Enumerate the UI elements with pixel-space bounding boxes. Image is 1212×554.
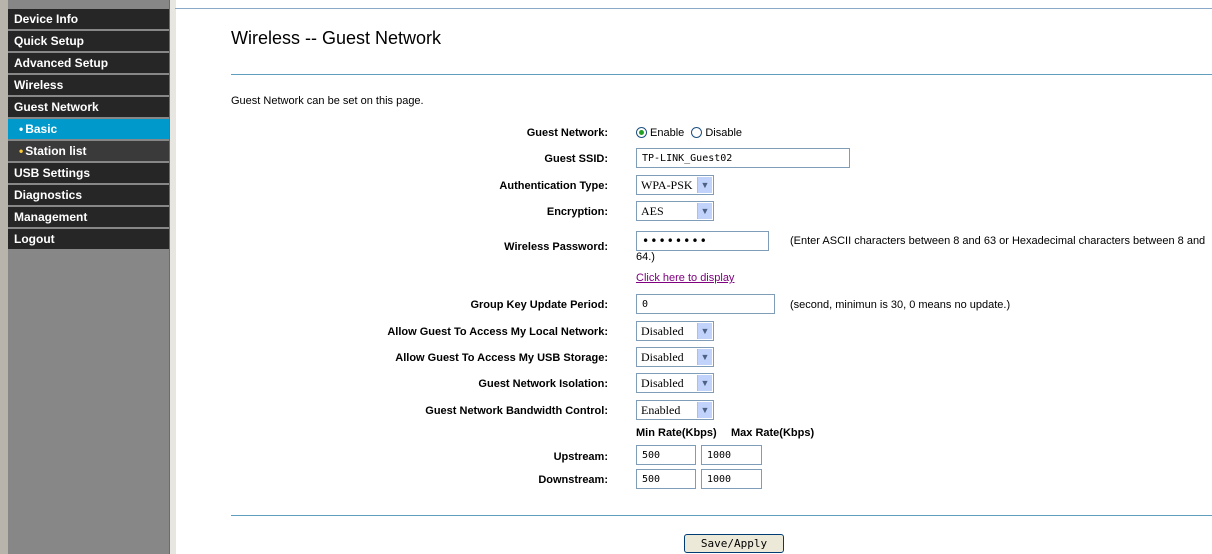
nav-item-diagnostics[interactable]: Diagnostics: [8, 185, 169, 205]
guest-ssid-input[interactable]: [636, 148, 850, 168]
title-divider: [231, 74, 1212, 75]
nav-item-label: Logout: [14, 232, 55, 246]
enable-radio-label: Enable: [650, 127, 685, 139]
chevron-down-icon: ▼: [697, 349, 712, 365]
nav-item-device-info[interactable]: Device Info: [8, 9, 169, 29]
nav-item-advanced-setup[interactable]: Advanced Setup: [8, 53, 169, 73]
bandwidth-select[interactable]: Enabled ▼: [636, 400, 714, 420]
nav-item-label: Station list: [25, 144, 87, 158]
disable-radio[interactable]: Disable: [691, 127, 742, 139]
group-key-hint: (second, minimun is 30, 0 means no updat…: [790, 299, 1011, 311]
nav-item-label: Guest Network: [14, 100, 99, 114]
main-content: Wireless -- Guest Network Guest Network …: [175, 0, 1212, 554]
bullet-icon: •: [19, 122, 24, 136]
downstream-label: Downstream:: [538, 474, 608, 486]
encryption-label: Encryption:: [546, 206, 608, 218]
radio-unselected-icon: [691, 127, 703, 138]
show-password-link[interactable]: Click here to display: [636, 272, 734, 284]
downstream-min-input[interactable]: [636, 469, 696, 489]
bottom-divider: [231, 515, 1212, 516]
bandwidth-value: Enabled: [641, 403, 681, 417]
encryption-select[interactable]: AES ▼: [636, 201, 714, 221]
nav-item-label: Wireless: [14, 78, 64, 92]
chevron-down-icon: ▼: [697, 203, 712, 219]
nav-item-usb-settings[interactable]: USB Settings: [8, 163, 169, 183]
upstream-max-input[interactable]: [701, 445, 762, 465]
usb-access-select[interactable]: Disabled ▼: [636, 347, 714, 367]
isolation-value: Disabled: [641, 376, 684, 390]
isolation-select[interactable]: Disabled ▼: [636, 373, 714, 393]
top-border: [175, 8, 1212, 9]
group-key-input[interactable]: [636, 294, 775, 314]
auth-type-select[interactable]: WPA-PSK ▼: [636, 175, 714, 195]
nav-item-quick-setup[interactable]: Quick Setup: [8, 31, 169, 51]
sidebar: Device Info Quick Setup Advanced Setup W…: [0, 0, 176, 554]
radio-selected-icon: [636, 127, 647, 138]
nav-item-label: Management: [14, 210, 88, 224]
guest-network-label: Guest Network:: [526, 127, 608, 139]
nav-item-label: Diagnostics: [14, 188, 83, 202]
local-access-label: Allow Guest To Access My Local Network:: [387, 326, 608, 338]
nav-item-label: Device Info: [14, 12, 79, 26]
nav-menu: Device Info Quick Setup Advanced Setup W…: [8, 9, 169, 251]
disable-radio-label: Disable: [705, 127, 743, 139]
page-description: Guest Network can be set on this page.: [231, 95, 424, 107]
nav-item-label: USB Settings: [14, 166, 91, 180]
nav-item-wireless[interactable]: Wireless: [8, 75, 169, 95]
auth-type-value: WPA-PSK: [641, 178, 693, 192]
password-hint: (Enter ASCII characters between 8 and 63…: [790, 235, 1206, 247]
chevron-down-icon: ▼: [697, 375, 712, 391]
local-access-select[interactable]: Disabled ▼: [636, 321, 714, 341]
chevron-down-icon: ▼: [697, 177, 712, 193]
local-access-value: Disabled: [641, 324, 684, 338]
nav-item-label: Quick Setup: [14, 34, 85, 48]
downstream-max-input[interactable]: [701, 469, 762, 489]
bullet-icon: •: [19, 144, 24, 158]
sidebar-rail: [0, 0, 8, 554]
usb-access-value: Disabled: [641, 350, 684, 364]
nav-item-logout[interactable]: Logout: [8, 229, 169, 249]
chevron-down-icon: ▼: [697, 402, 712, 418]
password-hint-cont: 64.): [636, 251, 655, 263]
nav-subitem-station-list[interactable]: • Station list: [8, 141, 169, 161]
nav-item-label: Advanced Setup: [14, 56, 109, 70]
min-rate-header: Min Rate(Kbps): [636, 427, 717, 439]
group-key-label: Group Key Update Period:: [470, 299, 608, 311]
wireless-password-label: Wireless Password:: [504, 241, 608, 253]
max-rate-header: Max Rate(Kbps): [731, 427, 815, 439]
wireless-password-input[interactable]: [636, 231, 769, 251]
nav-item-management[interactable]: Management: [8, 207, 169, 227]
upstream-label: Upstream:: [553, 451, 608, 463]
upstream-min-input[interactable]: [636, 445, 696, 465]
page-title: Wireless -- Guest Network: [231, 28, 442, 48]
encryption-value: AES: [641, 204, 664, 218]
save-apply-button[interactable]: Save/Apply: [684, 534, 784, 553]
guest-ssid-label: Guest SSID:: [544, 153, 608, 165]
nav-item-label: Basic: [25, 122, 58, 136]
isolation-label: Guest Network Isolation:: [478, 378, 608, 390]
auth-type-label: Authentication Type:: [499, 180, 608, 192]
chevron-down-icon: ▼: [697, 323, 712, 339]
nav-item-guest-network[interactable]: Guest Network: [8, 97, 169, 117]
bandwidth-label: Guest Network Bandwidth Control:: [425, 405, 608, 417]
enable-radio[interactable]: Enable: [636, 127, 684, 139]
usb-access-label: Allow Guest To Access My USB Storage:: [395, 352, 608, 364]
nav-subitem-basic[interactable]: • Basic: [8, 119, 169, 139]
guest-network-radio-group: Enable Disable: [636, 127, 742, 139]
